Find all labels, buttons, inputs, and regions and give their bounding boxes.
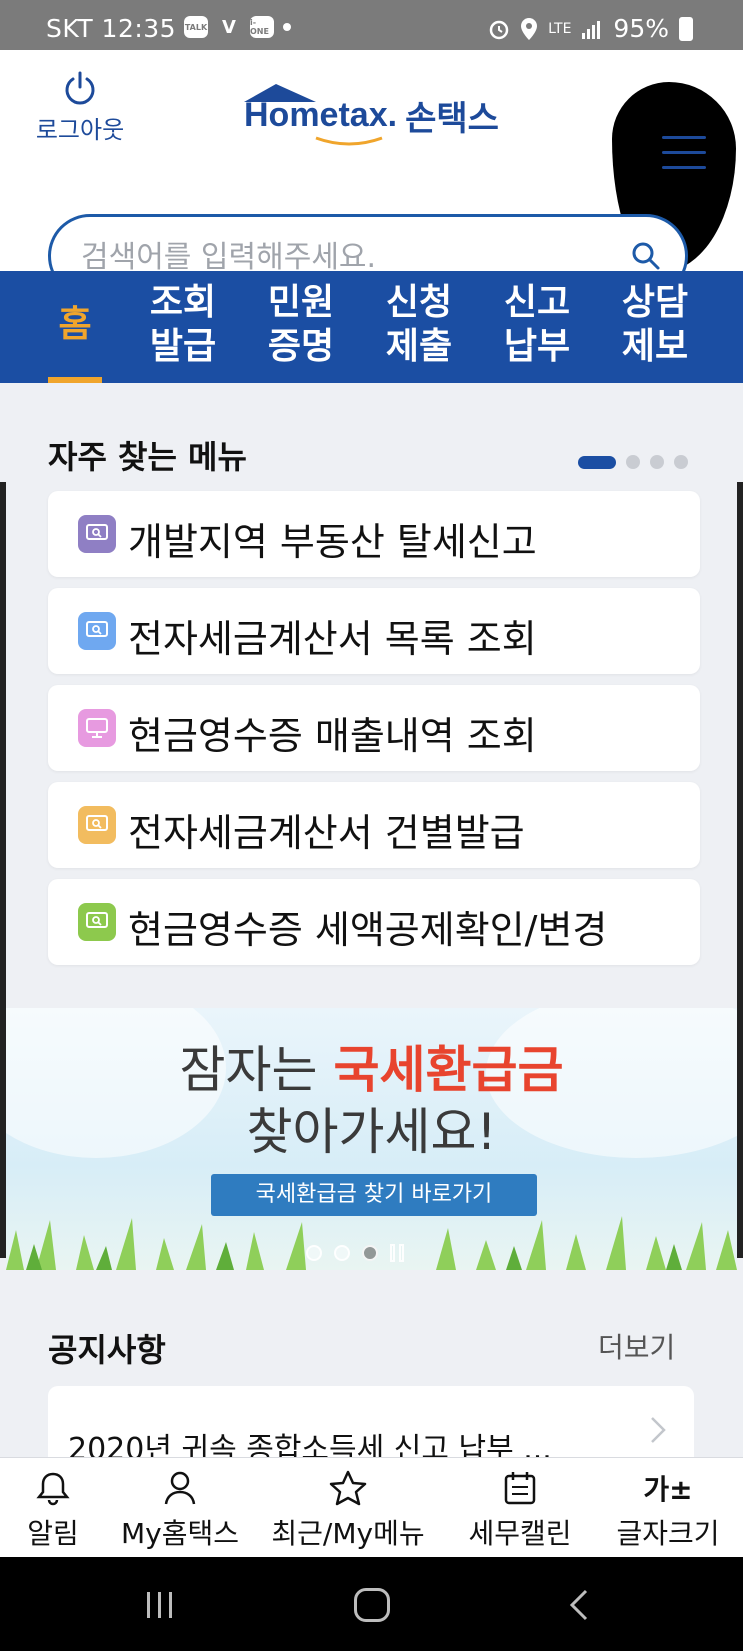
calendar-icon [504,1472,536,1505]
favorite-item[interactable]: 전자세금계산서 건별발급 [48,782,700,868]
banner-pager[interactable] [306,1244,404,1262]
refund-banner[interactable]: 잠자는 국세환급금 찾아가세요! 국세환급금 찾기 바로가기 [6,1008,737,1270]
chevron-right-icon [651,1417,666,1443]
favorite-item[interactable]: 현금영수증 매출내역 조회 [48,685,700,771]
monitor-search-icon [78,806,116,844]
pager-dot[interactable] [674,455,688,469]
favorite-item-label: 현금영수증 세액공제확인/변경 [128,908,608,952]
system-navigation-bar [0,1557,743,1651]
status-bar: SKT 12:35 TALK V i-ONE LTE 95% [0,0,743,50]
notice-title: 공지사항 [48,1331,166,1369]
tab-inquiry-issue[interactable]: 조회 발급 [128,281,238,369]
signal-icon [582,20,601,39]
v-icon: V [222,16,236,38]
favorite-item-label: 전자세금계산서 건별발급 [128,811,525,855]
notice-more-link[interactable]: 더보기 [598,1326,675,1366]
font-size-icon: 가± [643,1473,693,1506]
favorites-pager[interactable] [578,455,688,469]
logo-wordmark: Hometax. [244,83,397,145]
alarm-icon [489,20,509,39]
back-icon[interactable] [568,1589,590,1621]
network-type: LTE [548,20,572,37]
favorite-item[interactable]: 현금영수증 세액공제확인/변경 [48,879,700,965]
bottom-tab-my-hometax[interactable]: My홈택스 [110,1468,250,1552]
bottom-tab-recent-my-menu[interactable]: 최근/My메뉴 [262,1468,434,1552]
bottom-tab-bar: 알림 My홈택스 최근/My메뉴 세무캘린 가± 글자크기 [0,1457,743,1557]
i-one-icon: i-ONE [250,16,274,38]
favorites-title: 자주 찾는 메뉴 [48,438,247,476]
favorite-item-label: 전자세금계산서 목록 조회 [128,617,537,661]
star-icon [329,1470,367,1506]
logout-label: 로그아웃 [35,116,125,144]
tab-consult-report[interactable]: 상담 제보 [600,281,710,369]
battery-icon [679,16,693,41]
tab-report-pay[interactable]: 신고 납부 [482,281,592,369]
main-nav-tabs: 홈 조회 발급 민원 증명 신청 제출 신고 납부 상담 제보 [0,271,743,383]
recent-apps-icon[interactable] [147,1592,172,1618]
location-icon [521,17,538,40]
pager-dot[interactable] [650,455,664,469]
logo-korean: 손택스 [405,98,499,139]
tab-civil-certificate[interactable]: 민원 증명 [246,281,356,369]
pager-dot-active[interactable] [578,455,616,469]
logout-button[interactable]: 로그아웃 [28,70,132,145]
system-status: LTE 95% [488,14,693,43]
monitor-search-icon [78,903,116,941]
house-roof-icon [244,83,316,102]
pause-icon[interactable] [390,1244,404,1262]
banner-dot[interactable] [306,1245,322,1261]
power-icon [65,71,95,105]
active-tab-indicator [48,377,102,383]
logo-swoosh [315,136,383,145]
hamburger-menu-icon[interactable] [662,136,706,176]
search-icon[interactable] [629,239,663,273]
banner-dot-active[interactable] [362,1245,378,1261]
bottom-tab-tax-calendar[interactable]: 세무캘린 [460,1468,580,1552]
favorite-item-label: 개발지역 부동산 탈세신고 [128,520,537,564]
battery-percent: 95% [613,14,669,43]
monitor-icon [78,709,116,747]
more-notifications-dot [283,23,291,31]
favorite-item[interactable]: 전자세금계산서 목록 조회 [48,588,700,674]
home-icon[interactable] [354,1588,390,1622]
monitor-search-icon [78,612,116,650]
pager-dot[interactable] [626,455,640,469]
tab-home[interactable]: 홈 [20,303,130,347]
tab-apply-submit[interactable]: 신청 제출 [364,281,474,369]
bell-icon [36,1472,70,1506]
favorite-item-label: 현금영수증 매출내역 조회 [128,714,537,758]
app-header: 로그아웃 Hometax. 손택스 [0,50,743,298]
scroll-edge-right [737,482,743,1258]
favorite-item[interactable]: 개발지역 부동산 탈세신고 [48,491,700,577]
bottom-tab-font-size[interactable]: 가± 글자크기 [608,1468,728,1552]
person-icon [164,1471,196,1505]
talk-icon: TALK [184,16,208,38]
monitor-search-icon [78,515,116,553]
bottom-tab-alerts[interactable]: 알림 [18,1468,88,1552]
notification-icons: TALK V i-ONE [184,16,291,38]
hometax-logo[interactable]: Hometax. 손택스 [244,80,499,150]
banner-subline: 찾아가세요! [246,1103,497,1161]
banner-dot[interactable] [334,1245,350,1261]
carrier-time: SKT 12:35 [46,14,177,43]
